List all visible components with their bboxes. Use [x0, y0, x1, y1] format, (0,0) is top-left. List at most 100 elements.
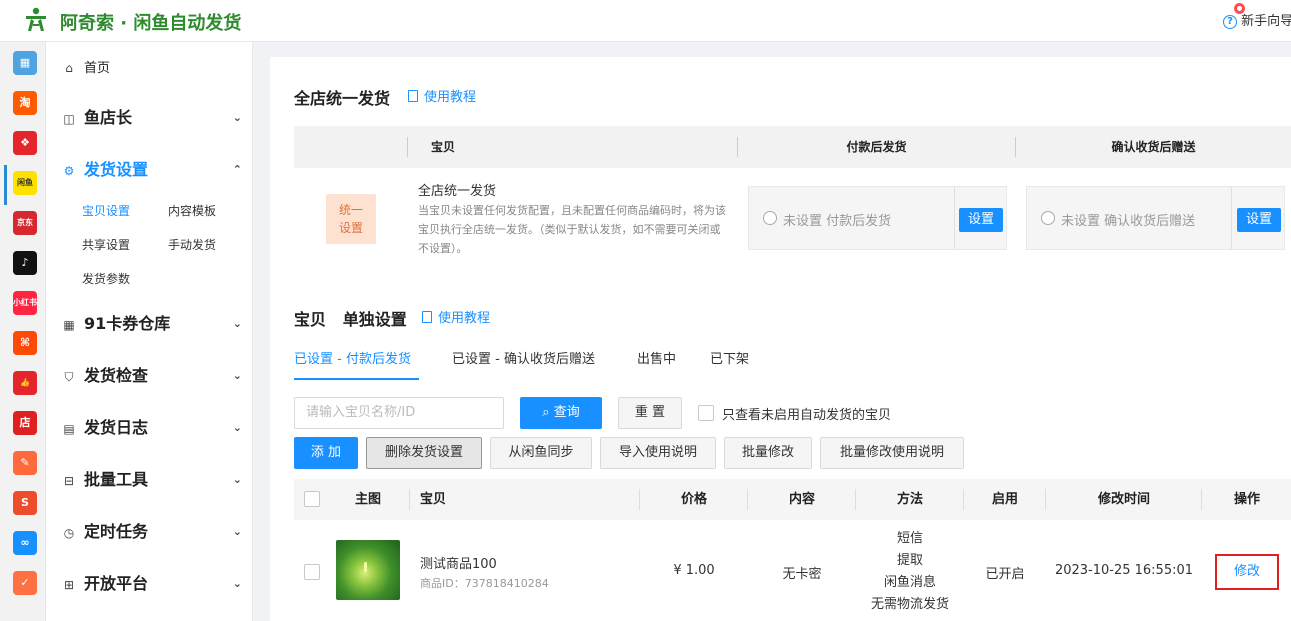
tab-delisted[interactable]: 已下架	[710, 348, 749, 367]
global-tutorial-link[interactable]: 使用教程	[408, 86, 476, 105]
sidebar-sub-manual-delivery[interactable]: 手动发货	[168, 236, 216, 253]
kuaishou-icon[interactable]: ⌘	[13, 331, 37, 355]
method-item: 无需物流发货	[870, 597, 949, 612]
search-button[interactable]: ⌕ 查询	[520, 397, 602, 429]
column-header-method: 方法	[896, 492, 923, 507]
chevron-down-icon: ⌄	[232, 111, 242, 124]
sidebar-item-scheduled-tasks[interactable]: ◷ 定时任务 ⌄	[62, 520, 242, 544]
tag-line: 设置	[338, 221, 363, 235]
sidebar-item-delivery-log[interactable]: ▤ 发货日志 ⌄	[62, 416, 242, 440]
sidebar-item-fish-manager[interactable]: ◫ 鱼店长 ⌄	[62, 106, 242, 130]
chevron-down-icon: ⌄	[232, 421, 242, 434]
method-item: 短信	[896, 531, 923, 546]
shop-icon[interactable]: 店	[13, 411, 37, 435]
sidebar-item-delivery-check[interactable]: ⛉ 发货检查 ⌄	[62, 364, 242, 388]
link-icon[interactable]: ∞	[13, 531, 37, 555]
add-button[interactable]: 添 加	[294, 437, 358, 469]
bag-icon[interactable]: ✎	[13, 451, 37, 475]
select-all-checkbox[interactable]	[304, 491, 320, 507]
gear-icon: ⚙	[63, 164, 75, 178]
column-header-enabled: 启用	[991, 492, 1018, 507]
search-input[interactable]: 请输入宝贝名称/ID	[294, 397, 504, 429]
sidebar-sub-delivery-params[interactable]: 发货参数	[82, 270, 130, 287]
home-icon: ⌂	[65, 61, 73, 75]
highlight-box: 修改	[1215, 554, 1279, 590]
column-header-modified: 修改时间	[1097, 492, 1150, 507]
shield-icon: ⛉	[64, 370, 74, 384]
row-checkbox[interactable]	[304, 564, 320, 580]
only-disabled-checkbox[interactable]	[698, 405, 714, 421]
xiaohongshu-icon[interactable]: 小红书	[13, 291, 37, 315]
search-icon: ⌕	[542, 405, 550, 420]
notification-dot-icon	[1234, 3, 1245, 14]
after-payment-status: 未设置 付款后发货	[783, 214, 892, 229]
sidebar-item-label: 开放平台	[84, 574, 149, 593]
product-price: ¥ 1.00	[673, 563, 715, 578]
sidebar-item-batch-tools[interactable]: ⊟ 批量工具 ⌄	[62, 468, 242, 492]
chevron-down-icon: ⌄	[232, 369, 242, 382]
thumb-up-icon[interactable]: 👍	[13, 371, 37, 395]
tab-on-sale[interactable]: 出售中	[637, 348, 676, 367]
jd-icon[interactable]: 京东	[13, 211, 37, 235]
item-tutorial-link[interactable]: 使用教程	[422, 307, 490, 326]
clock-icon: ◷	[63, 526, 75, 540]
taobao-icon[interactable]: 淘	[13, 91, 37, 115]
sidebar-item-open-platform[interactable]: ⊞ 开放平台 ⌄	[62, 572, 242, 596]
platform-rail: ▦ 淘 ❖ 闲鱼 京东 ♪ 小红书 ⌘ 👍 店 ✎ S ∞ ✓	[0, 42, 46, 621]
product-name[interactable]: 测试商品100	[420, 553, 497, 572]
bag-icon: ◫	[63, 112, 75, 126]
batch-edit-button[interactable]: 批量修改	[724, 437, 812, 469]
main-panel: 全店统一发货 使用教程 宝贝 付款后发货 确认收货后赠送 统一 设置 全店统一发…	[270, 57, 1291, 621]
global-table-header: 宝贝 付款后发货 确认收货后赠送	[294, 126, 1291, 168]
delete-settings-button[interactable]: 删除发货设置	[366, 437, 482, 469]
set-after-payment-button[interactable]: 设置	[959, 208, 1003, 232]
sidebar-sub-item-settings[interactable]: 宝贝设置	[82, 202, 130, 219]
shopee-icon[interactable]: S	[13, 491, 37, 515]
edit-link[interactable]: 修改	[1217, 556, 1277, 588]
sidebar-item-delivery-settings[interactable]: ⚙ 发货设置 ⌃	[62, 158, 242, 182]
brand-logo-icon	[26, 7, 46, 31]
grid-app-icon[interactable]: ▦	[13, 51, 37, 75]
radio-button[interactable]	[1041, 211, 1055, 225]
batch-edit-help-button[interactable]: 批量修改使用说明	[820, 437, 964, 469]
document-icon	[408, 90, 418, 102]
search-button-label: 查询	[553, 405, 580, 420]
radio-button[interactable]	[763, 211, 777, 225]
tab-after-confirm[interactable]: 已设置 - 确认收货后赠送	[452, 348, 595, 367]
set-after-confirm-button[interactable]: 设置	[1237, 208, 1281, 232]
sync-button[interactable]: 从闲鱼同步	[490, 437, 592, 469]
chevron-down-icon: ⌄	[232, 577, 242, 590]
sidebar-sub-content-template[interactable]: 内容模板	[168, 202, 216, 219]
sidebar-sub-shared-settings[interactable]: 共享设置	[82, 236, 130, 253]
import-help-button[interactable]: 导入使用说明	[600, 437, 716, 469]
delivery-methods: 短信 提取 闲鱼消息 无需物流发货	[860, 528, 960, 616]
sidebar-item-home[interactable]: ⌂ 首页	[62, 56, 242, 80]
tmall-icon[interactable]: ❖	[13, 131, 37, 155]
item-section-name: 单独设置	[342, 310, 407, 329]
product-content: 无卡密	[782, 567, 822, 582]
sidebar-item-label: 定时任务	[84, 522, 149, 541]
sidebar-item-label: 鱼店长	[84, 108, 133, 127]
modified-time: 2023-10-25 16:55:01	[1054, 563, 1194, 578]
sidebar-item-label: 批量工具	[84, 470, 149, 489]
after-confirm-setting: 未设置 确认收货后赠送 设置	[1026, 186, 1285, 250]
sprout-graphic	[364, 562, 367, 572]
after-payment-setting: 未设置 付款后发货 设置	[748, 186, 1007, 250]
guide-label: 新手向导	[1241, 14, 1291, 29]
product-id: 商品ID：737818410284	[420, 577, 549, 590]
tab-after-payment[interactable]: 已设置 - 付款后发货	[294, 348, 411, 367]
task-icon[interactable]: ✓	[13, 571, 37, 595]
sidebar-item-card-warehouse[interactable]: ▦ 91卡券仓库 ⌄	[62, 312, 242, 336]
reset-button[interactable]: 重 置	[618, 397, 682, 429]
top-bar: 阿奇索 · 闲鱼自动发货 ? 新手向导	[0, 0, 1291, 42]
chevron-up-icon: ⌃	[232, 163, 242, 176]
app-title: 阿奇索 · 闲鱼自动发货	[60, 13, 242, 34]
sidebar-item-label: 发货日志	[84, 418, 149, 437]
chevron-down-icon: ⌄	[232, 473, 242, 486]
tutorial-label: 使用教程	[438, 311, 491, 326]
tag-line: 统一	[338, 203, 363, 217]
apps-icon: ⊞	[63, 578, 75, 592]
after-confirm-status: 未设置 确认收货后赠送	[1061, 214, 1196, 229]
guide-link[interactable]: ? 新手向导	[1223, 3, 1291, 29]
douyin-icon[interactable]: ♪	[13, 251, 37, 275]
